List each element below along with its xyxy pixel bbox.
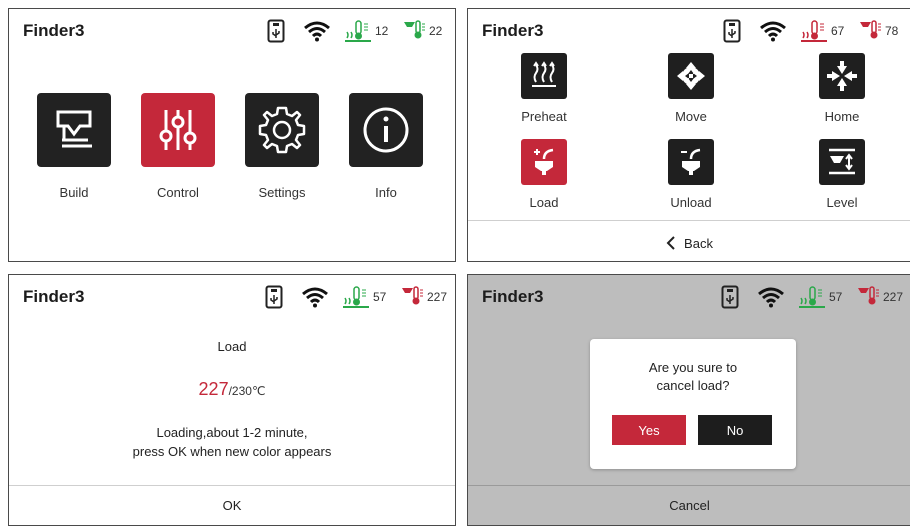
wifi-icon — [760, 21, 786, 42]
preheat-label: Preheat — [521, 109, 567, 124]
home-button[interactable] — [819, 53, 865, 99]
usb-icon — [267, 19, 285, 43]
build-button[interactable] — [37, 93, 111, 167]
nozzle-temp-value: 22 — [429, 24, 443, 38]
info-button[interactable] — [349, 93, 423, 167]
confirm-dialog: Are you sure to cancel load? Yes No — [590, 339, 796, 469]
nozzle-temp-icon — [860, 20, 881, 39]
status-bar: 57 227 — [265, 283, 447, 311]
divider — [468, 220, 910, 221]
preheat-icon — [532, 61, 556, 87]
control-screen: Finder3 67 78 Preheat Move Home Load Unl… — [467, 8, 910, 262]
load-heading: Load — [217, 339, 247, 354]
cancel-button[interactable]: Cancel — [468, 487, 910, 525]
back-button[interactable]: Back — [468, 228, 910, 258]
load-label: Load — [529, 195, 559, 210]
cancel-load-screen: Finder3 57 227 Cancel Are you sure to ca… — [467, 274, 910, 526]
app-title: Finder3 — [482, 287, 544, 306]
level-button[interactable] — [819, 139, 865, 185]
preheat-button[interactable] — [521, 53, 567, 99]
info-icon — [363, 107, 409, 153]
settings-label: Settings — [258, 185, 306, 200]
main-menu-screen: Finder3 12 22 Build Control Settings Inf… — [8, 8, 456, 262]
settings-button[interactable] — [245, 93, 319, 167]
home-icon — [827, 61, 857, 91]
nozzle-temp-icon — [857, 286, 879, 305]
wifi-icon — [302, 287, 328, 308]
bed-temp-icon — [798, 286, 825, 308]
level-label: Level — [826, 195, 858, 210]
control-button[interactable] — [141, 93, 215, 167]
move-button[interactable] — [668, 53, 714, 99]
bed-temp-value: 57 — [372, 290, 387, 304]
load-button[interactable] — [521, 139, 567, 185]
bed-temp-icon — [342, 286, 369, 308]
move-icon — [677, 62, 705, 90]
level-icon — [829, 148, 855, 175]
message-line-2: press OK when new color appears — [132, 444, 332, 459]
back-label: Back — [684, 235, 713, 251]
usb-icon — [721, 285, 739, 309]
bed-temp-icon — [801, 20, 827, 42]
home-label: Home — [824, 109, 860, 124]
status-bar: 67 78 — [723, 17, 903, 45]
chevron-left-icon — [666, 236, 675, 250]
dialog-line-1: Are you sure to — [648, 360, 738, 375]
ok-button[interactable]: OK — [9, 487, 455, 525]
no-button[interactable]: No — [698, 415, 772, 445]
current-temp: 227 — [198, 379, 229, 399]
temperature-readout: 227/230℃ — [9, 379, 455, 400]
nozzle-temp-icon — [404, 20, 425, 39]
load-icon — [534, 148, 554, 175]
wifi-icon — [304, 21, 330, 42]
app-title: Finder3 — [23, 21, 85, 40]
divider — [9, 485, 455, 486]
gear-icon — [258, 106, 306, 154]
status-bar: 12 22 — [267, 17, 447, 45]
app-title: Finder3 — [482, 21, 544, 40]
bed-temp-icon — [345, 20, 371, 42]
usb-icon — [265, 285, 283, 309]
move-label: Move — [675, 109, 707, 124]
load-progress-screen: Finder3 57 227 Load 227/230℃ Loading,abo… — [8, 274, 456, 526]
bed-temp-value: 67 — [831, 24, 845, 38]
nozzle-temp-value: 227 — [426, 290, 447, 304]
unload-label: Unload — [670, 195, 712, 210]
app-title: Finder3 — [23, 287, 85, 306]
wifi-icon — [758, 287, 784, 308]
nozzle-temp-value: 227 — [882, 290, 903, 304]
sliders-icon — [159, 110, 197, 150]
usb-icon — [723, 19, 741, 43]
message-line-1: Loading,about 1-2 minute, — [156, 425, 308, 440]
bed-temp-value: 12 — [375, 24, 389, 38]
info-label: Info — [375, 185, 397, 200]
bed-temp-value: 57 — [828, 290, 843, 304]
dialog-message: Are you sure to cancel load? — [590, 359, 796, 395]
status-bar: 57 227 — [721, 283, 903, 311]
build-icon — [56, 110, 92, 148]
build-label: Build — [59, 185, 89, 200]
control-label: Control — [157, 185, 199, 200]
nozzle-temp-icon — [401, 286, 423, 305]
yes-button[interactable]: Yes — [612, 415, 686, 445]
target-temp: /230℃ — [228, 384, 266, 398]
nozzle-temp-value: 78 — [885, 24, 899, 38]
unload-button[interactable] — [668, 139, 714, 185]
divider — [468, 485, 910, 486]
unload-icon — [681, 148, 701, 175]
dialog-line-2: cancel load? — [656, 378, 730, 393]
